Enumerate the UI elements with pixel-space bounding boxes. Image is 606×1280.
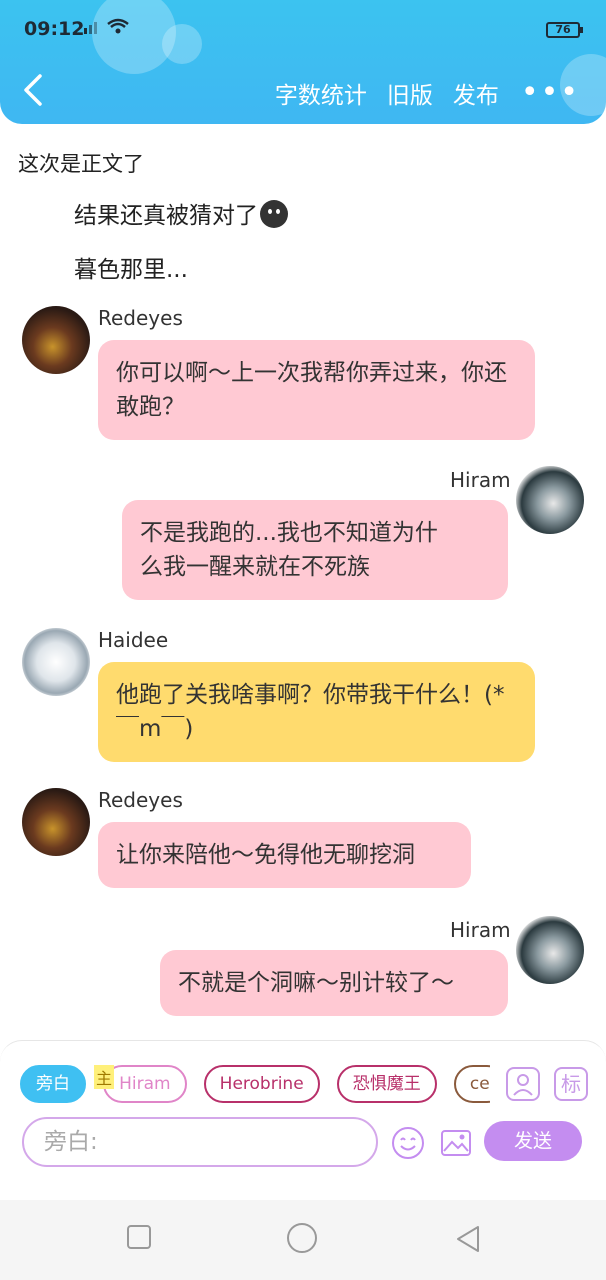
back-system-button[interactable]: [454, 1224, 482, 1258]
publish-button[interactable]: 发布: [453, 76, 499, 110]
circle-icon: [287, 1223, 317, 1253]
battery-icon: 76: [546, 22, 583, 38]
status-time: 09:12: [24, 18, 85, 40]
sender-name: Haidee: [98, 628, 169, 652]
sender-name: Redeyes: [98, 306, 183, 330]
triangle-back-icon: [457, 1226, 479, 1252]
avatar-hiram[interactable]: [516, 916, 584, 984]
narration-line[interactable]: 暮色那里...: [74, 250, 188, 284]
send-button[interactable]: 发送: [484, 1121, 582, 1161]
chip-dread-lord[interactable]: 恐惧魔王: [336, 1065, 437, 1103]
message-bubble[interactable]: 不就是个洞嘛～别计较了～: [160, 950, 508, 1016]
decor-bubble: [162, 24, 202, 64]
more-icon[interactable]: •••: [521, 78, 580, 108]
square-icon: [127, 1225, 151, 1249]
word-count-button[interactable]: 字数统计: [275, 76, 367, 110]
narration-line[interactable]: 结果还真被猜对了: [74, 196, 288, 230]
image-icon: [441, 1130, 471, 1156]
back-button[interactable]: [20, 72, 48, 108]
home-button[interactable]: [286, 1222, 318, 1258]
image-button[interactable]: [438, 1125, 474, 1161]
chip-ce[interactable]: ce: [453, 1065, 490, 1103]
sender-name: Hiram: [450, 918, 511, 942]
emoji-button[interactable]: [390, 1125, 426, 1161]
narration-line[interactable]: 这次是正文了: [18, 148, 144, 178]
header-actions: 字数统计 旧版 发布 •••: [255, 76, 580, 110]
chip-hiram[interactable]: Hiram: [103, 1065, 187, 1103]
chip-narration[interactable]: 旁白: [20, 1065, 86, 1103]
avatar-redeyes[interactable]: [22, 788, 90, 856]
old-version-button[interactable]: 旧版: [387, 76, 433, 110]
signal-wifi-icon: [82, 16, 138, 40]
avatar-hiram[interactable]: [516, 466, 584, 534]
sender-name: Redeyes: [98, 788, 183, 812]
character-chip-list[interactable]: 旁白 Hiram Herobrine 恐惧魔王 ce 主: [20, 1065, 490, 1107]
story-content: 这次是正文了 结果还真被猜对了 暮色那里... Redeyes 你可以啊～上一次…: [0, 124, 606, 1040]
composer-panel: 旁白 Hiram Herobrine 恐惧魔王 ce 主 标 旁白: 发送: [0, 1040, 606, 1200]
smiley-icon: [392, 1127, 424, 1159]
chip-herobrine[interactable]: Herobrine: [203, 1065, 320, 1103]
top-header: 09:12 76 字数统计 旧版 发布 •••: [0, 0, 606, 124]
recent-apps-button[interactable]: [126, 1224, 152, 1254]
character-manage-button[interactable]: [506, 1067, 540, 1101]
tag-button[interactable]: 标: [554, 1067, 588, 1101]
sender-name: Hiram: [450, 468, 511, 492]
message-bubble[interactable]: 不是我跑的...我也不知道为什 么我一醒来就在不死族: [122, 500, 508, 600]
person-icon: [513, 1074, 533, 1096]
avatar-redeyes[interactable]: [22, 306, 90, 374]
message-bubble[interactable]: 你可以啊～上一次我帮你弄过来，你还敢跑？: [98, 340, 535, 440]
message-bubble[interactable]: 他跑了关我啥事啊？你带我干什么！(*￣m￣): [98, 662, 535, 762]
system-nav-bar: [0, 1200, 606, 1280]
message-input[interactable]: 旁白:: [22, 1117, 378, 1167]
smiley-emoji-icon: [260, 200, 288, 228]
avatar-haidee[interactable]: [22, 628, 90, 696]
chevron-left-icon: [24, 74, 42, 106]
message-bubble[interactable]: 让你来陪他～免得他无聊挖洞: [98, 822, 471, 888]
owner-tag: 主: [94, 1065, 115, 1089]
narration-text: 结果还真被猜对了: [74, 203, 258, 229]
